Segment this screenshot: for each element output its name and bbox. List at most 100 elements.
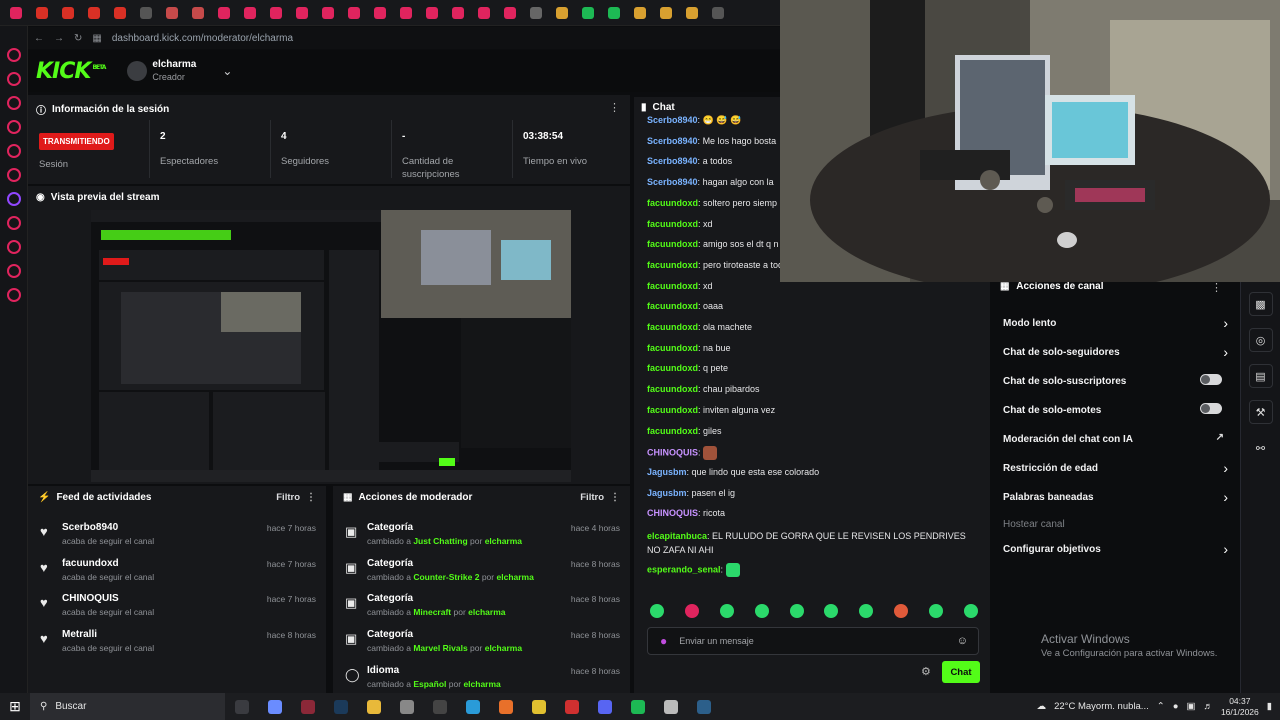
browser-tab[interactable]	[342, 3, 366, 23]
chevron-down-icon[interactable]: ⌄	[222, 64, 232, 78]
channel-avatar[interactable]	[127, 61, 148, 81]
browser-tab[interactable]	[160, 3, 184, 23]
app-icon[interactable]	[6, 240, 21, 254]
browser-tab[interactable]	[238, 3, 262, 23]
browser-tab[interactable]	[134, 3, 158, 23]
chat-username[interactable]: Jagusbm	[647, 467, 687, 477]
browser-tab[interactable]	[550, 3, 574, 23]
chat-username[interactable]: Jagusbm	[647, 488, 687, 498]
chevron-right-icon[interactable]: ›	[1223, 489, 1228, 505]
chat-username[interactable]: facuundoxd	[647, 384, 698, 394]
discord-icon[interactable]	[588, 693, 621, 720]
settings-icon[interactable]	[6, 288, 21, 302]
browser-tab[interactable]	[602, 3, 626, 23]
chat-username[interactable]: Scerbo8940	[647, 177, 698, 187]
clock[interactable]: 04:37 16/1/2026	[1221, 696, 1259, 718]
chat-username[interactable]: CHINOQUIS	[647, 508, 698, 518]
microphone-icon[interactable]: ●	[1173, 701, 1179, 712]
microphone-icon[interactable]: ●	[660, 634, 667, 648]
browser-tab[interactable]	[498, 3, 522, 23]
app-icon[interactable]	[6, 168, 21, 182]
chevron-right-icon[interactable]: ›	[1223, 315, 1228, 331]
browser-tab[interactable]	[290, 3, 314, 23]
browser-tab[interactable]	[108, 3, 132, 23]
browser-tab[interactable]	[368, 3, 392, 23]
site-info-icon[interactable]: ▦	[92, 33, 101, 44]
channel-action-item[interactable]: Restricción de edad ›	[1003, 460, 1228, 476]
emote-icon[interactable]	[894, 604, 909, 618]
send-chat-button[interactable]: Chat	[942, 661, 980, 683]
address-bar[interactable]: ← → ↻ ▦ dashboard.kick.com/moderator/elc…	[28, 27, 780, 49]
channel-action-item[interactable]: Palabras baneadas ›	[1003, 489, 1228, 505]
app-icon[interactable]	[6, 192, 21, 206]
more-options-icon[interactable]: ⋮	[306, 492, 316, 503]
reload-icon[interactable]: ↻	[74, 33, 82, 44]
chat-username[interactable]: esperando_senal	[647, 564, 721, 574]
chat-username[interactable]: Scerbo8940	[647, 156, 698, 166]
channel-action-item[interactable]: Configurar objetivos ›	[1003, 541, 1228, 557]
app-icon[interactable]	[6, 96, 21, 110]
more-options-icon[interactable]: ⋮	[1211, 281, 1222, 294]
stream-preview-video[interactable]	[91, 210, 571, 482]
emote-icon[interactable]	[929, 604, 943, 618]
chat-bubble-icon[interactable]: ▩	[1248, 292, 1273, 316]
browser-tab[interactable]	[56, 3, 80, 23]
firefox-icon[interactable]	[489, 693, 522, 720]
chat-username[interactable]: facuundoxd	[647, 363, 698, 373]
browser-tab[interactable]	[212, 3, 236, 23]
chat-message-input[interactable]: ● Enviar un mensaje ☺	[647, 627, 979, 655]
browser-tab[interactable]	[472, 3, 496, 23]
channel-action-item[interactable]: Chat de solo-suscriptores	[1003, 374, 1228, 387]
chevron-right-icon[interactable]: ›	[1223, 541, 1228, 557]
channel-action-item[interactable]: Chat de solo-seguidores ›	[1003, 344, 1228, 360]
app-icon[interactable]	[6, 120, 21, 134]
emote-icon[interactable]	[824, 604, 839, 618]
more-options-icon[interactable]: ⋮	[609, 101, 620, 114]
chat-username[interactable]: facuundoxd	[647, 260, 698, 270]
channel-action-item[interactable]: Modo lento ›	[1003, 315, 1228, 331]
app-icon[interactable]	[6, 72, 21, 86]
emote-icon[interactable]	[650, 604, 664, 618]
windows-start-icon[interactable]: ⊞	[0, 698, 30, 715]
chat-username[interactable]: facuundoxd	[647, 198, 698, 208]
emote-icon[interactable]	[963, 604, 978, 618]
emote-icon[interactable]	[754, 604, 769, 618]
url-text[interactable]: dashboard.kick.com/moderator/elcharma	[112, 33, 293, 44]
chevron-right-icon[interactable]: ›	[1223, 460, 1228, 476]
weather-icon[interactable]: ☁	[1037, 701, 1047, 712]
gear-icon[interactable]: ⚙	[921, 665, 931, 678]
more-options-icon[interactable]: ⋮	[610, 492, 620, 503]
app-icon[interactable]	[291, 693, 324, 720]
chat-username[interactable]: facuundoxd	[647, 239, 698, 249]
browser-tab[interactable]	[420, 3, 444, 23]
browser-tab[interactable]	[316, 3, 340, 23]
app-icon[interactable]	[6, 216, 21, 230]
steam-icon[interactable]	[324, 693, 357, 720]
chat-username[interactable]: Scerbo8940	[647, 136, 698, 146]
chat-username[interactable]: facuundoxd	[647, 301, 698, 311]
emoji-picker-icon[interactable]: ☺	[957, 635, 968, 647]
chat-username[interactable]: facuundoxd	[647, 322, 698, 332]
browser-tab[interactable]	[264, 3, 288, 23]
network-icon[interactable]: ▣	[1186, 701, 1195, 712]
chat-username[interactable]: facuundoxd	[647, 405, 698, 415]
browser-tab[interactable]	[576, 3, 600, 23]
emote-icon[interactable]	[719, 604, 734, 618]
spotify-icon[interactable]	[621, 693, 654, 720]
chat-username[interactable]: CHINOQUIS	[647, 448, 698, 458]
security-icon[interactable]	[423, 693, 456, 720]
chrome-icon[interactable]	[522, 693, 555, 720]
browser-tab[interactable]	[524, 3, 548, 23]
notifications-icon[interactable]: ▮	[1267, 701, 1272, 712]
toggle-switch[interactable]	[1200, 374, 1222, 385]
taskbar-search[interactable]: ⚲ Buscar	[30, 693, 225, 720]
home-icon[interactable]	[6, 48, 21, 62]
browser-tab[interactable]	[82, 3, 106, 23]
browser-tab[interactable]	[4, 3, 28, 23]
chevron-right-icon[interactable]: ›	[1223, 344, 1228, 360]
toggle-switch[interactable]	[1200, 403, 1222, 414]
wrench-icon[interactable]: ⚒	[1248, 400, 1273, 424]
filter-button[interactable]: Filtro	[276, 492, 300, 503]
channel-switcher[interactable]: elcharma Creador	[152, 59, 196, 83]
app-icon[interactable]	[555, 693, 588, 720]
